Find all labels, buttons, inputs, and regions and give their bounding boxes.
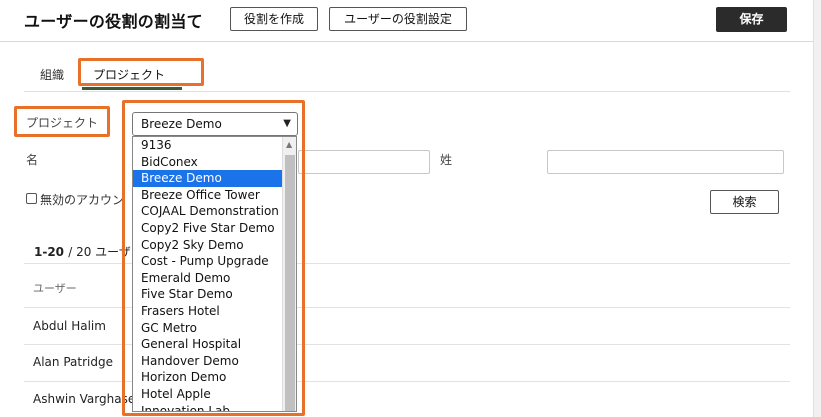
dropdown-scrollbar[interactable]: ▲ — [282, 137, 296, 411]
given-name-label: 名 — [26, 153, 39, 167]
disabled-accounts-checkbox[interactable] — [26, 193, 37, 204]
page-scrollbar[interactable] — [813, 0, 821, 417]
dropdown-option[interactable]: Cost - Pump Upgrade — [133, 253, 296, 270]
tab-project[interactable]: プロジェクト — [93, 66, 165, 83]
dropdown-scrollbar-thumb[interactable] — [285, 155, 295, 411]
page: ユーザーの役割の割当て 役割を作成 ユーザーの役割設定 保存 組織 プロジェクト… — [0, 0, 821, 417]
dropdown-option[interactable]: Breeze Office Tower — [133, 187, 296, 204]
user-role-settings-button[interactable]: ユーザーの役割設定 — [329, 7, 467, 31]
dropdown-option[interactable]: GC Metro — [133, 320, 296, 337]
dropdown-option[interactable]: Handover Demo — [133, 353, 296, 370]
dropdown-option-selected[interactable]: Breeze Demo — [133, 170, 296, 187]
dropdown-option[interactable]: Frasers Hotel — [133, 303, 296, 320]
scroll-up-arrow-icon[interactable]: ▲ — [286, 141, 292, 149]
surname-input[interactable] — [547, 150, 784, 174]
tab-organization[interactable]: 組織 — [40, 66, 64, 83]
dropdown-option[interactable]: Copy2 Sky Demo — [133, 237, 296, 254]
search-button[interactable]: 検索 — [710, 190, 779, 214]
save-button[interactable]: 保存 — [716, 7, 787, 32]
dropdown-option[interactable]: Copy2 Five Star Demo — [133, 220, 296, 237]
dropdown-option[interactable]: Innovation Lab — [133, 403, 296, 412]
dropdown-option[interactable]: 9136 — [133, 137, 296, 154]
create-role-button[interactable]: 役割を作成 — [230, 7, 318, 31]
table-row[interactable]: Abdul Halim — [33, 319, 106, 333]
results-count: 1-20 / 20 ユーザー — [34, 243, 143, 260]
project-select[interactable]: Breeze Demo ▼ — [132, 112, 298, 136]
page-title: ユーザーの役割の割当て — [24, 12, 203, 31]
given-name-input[interactable] — [298, 150, 430, 174]
disabled-accounts-label: 無効のアカウン — [40, 193, 125, 207]
surname-label: 姓 — [440, 153, 453, 167]
table-row[interactable]: Alan Patridge — [33, 355, 113, 369]
dropdown-option[interactable]: Five Star Demo — [133, 286, 296, 303]
dropdown-option[interactable]: COJAAL Demonstration — [133, 203, 296, 220]
column-header-user: ユーザー — [33, 282, 77, 295]
dropdown-option[interactable]: BidConex — [133, 154, 296, 171]
project-label: プロジェクト — [26, 116, 99, 130]
dropdown-option[interactable]: Emerald Demo — [133, 270, 296, 287]
header-bar: ユーザーの役割の割当て 役割を作成 ユーザーの役割設定 保存 — [0, 0, 821, 42]
active-tab-indicator — [82, 87, 182, 90]
dropdown-option[interactable]: Hotel Apple — [133, 386, 296, 403]
project-select-value: Breeze Demo — [141, 117, 222, 131]
dropdown-option[interactable]: General Hospital — [133, 336, 296, 353]
results-count-range: 1-20 — [34, 245, 65, 259]
tab-divider — [24, 91, 790, 92]
table-row[interactable]: Ashwin Varghase — [33, 392, 135, 406]
project-dropdown-list[interactable]: 9136 BidConex Breeze Demo Breeze Office … — [132, 136, 297, 412]
chevron-down-icon: ▼ — [283, 118, 291, 129]
dropdown-option[interactable]: Horizon Demo — [133, 369, 296, 386]
